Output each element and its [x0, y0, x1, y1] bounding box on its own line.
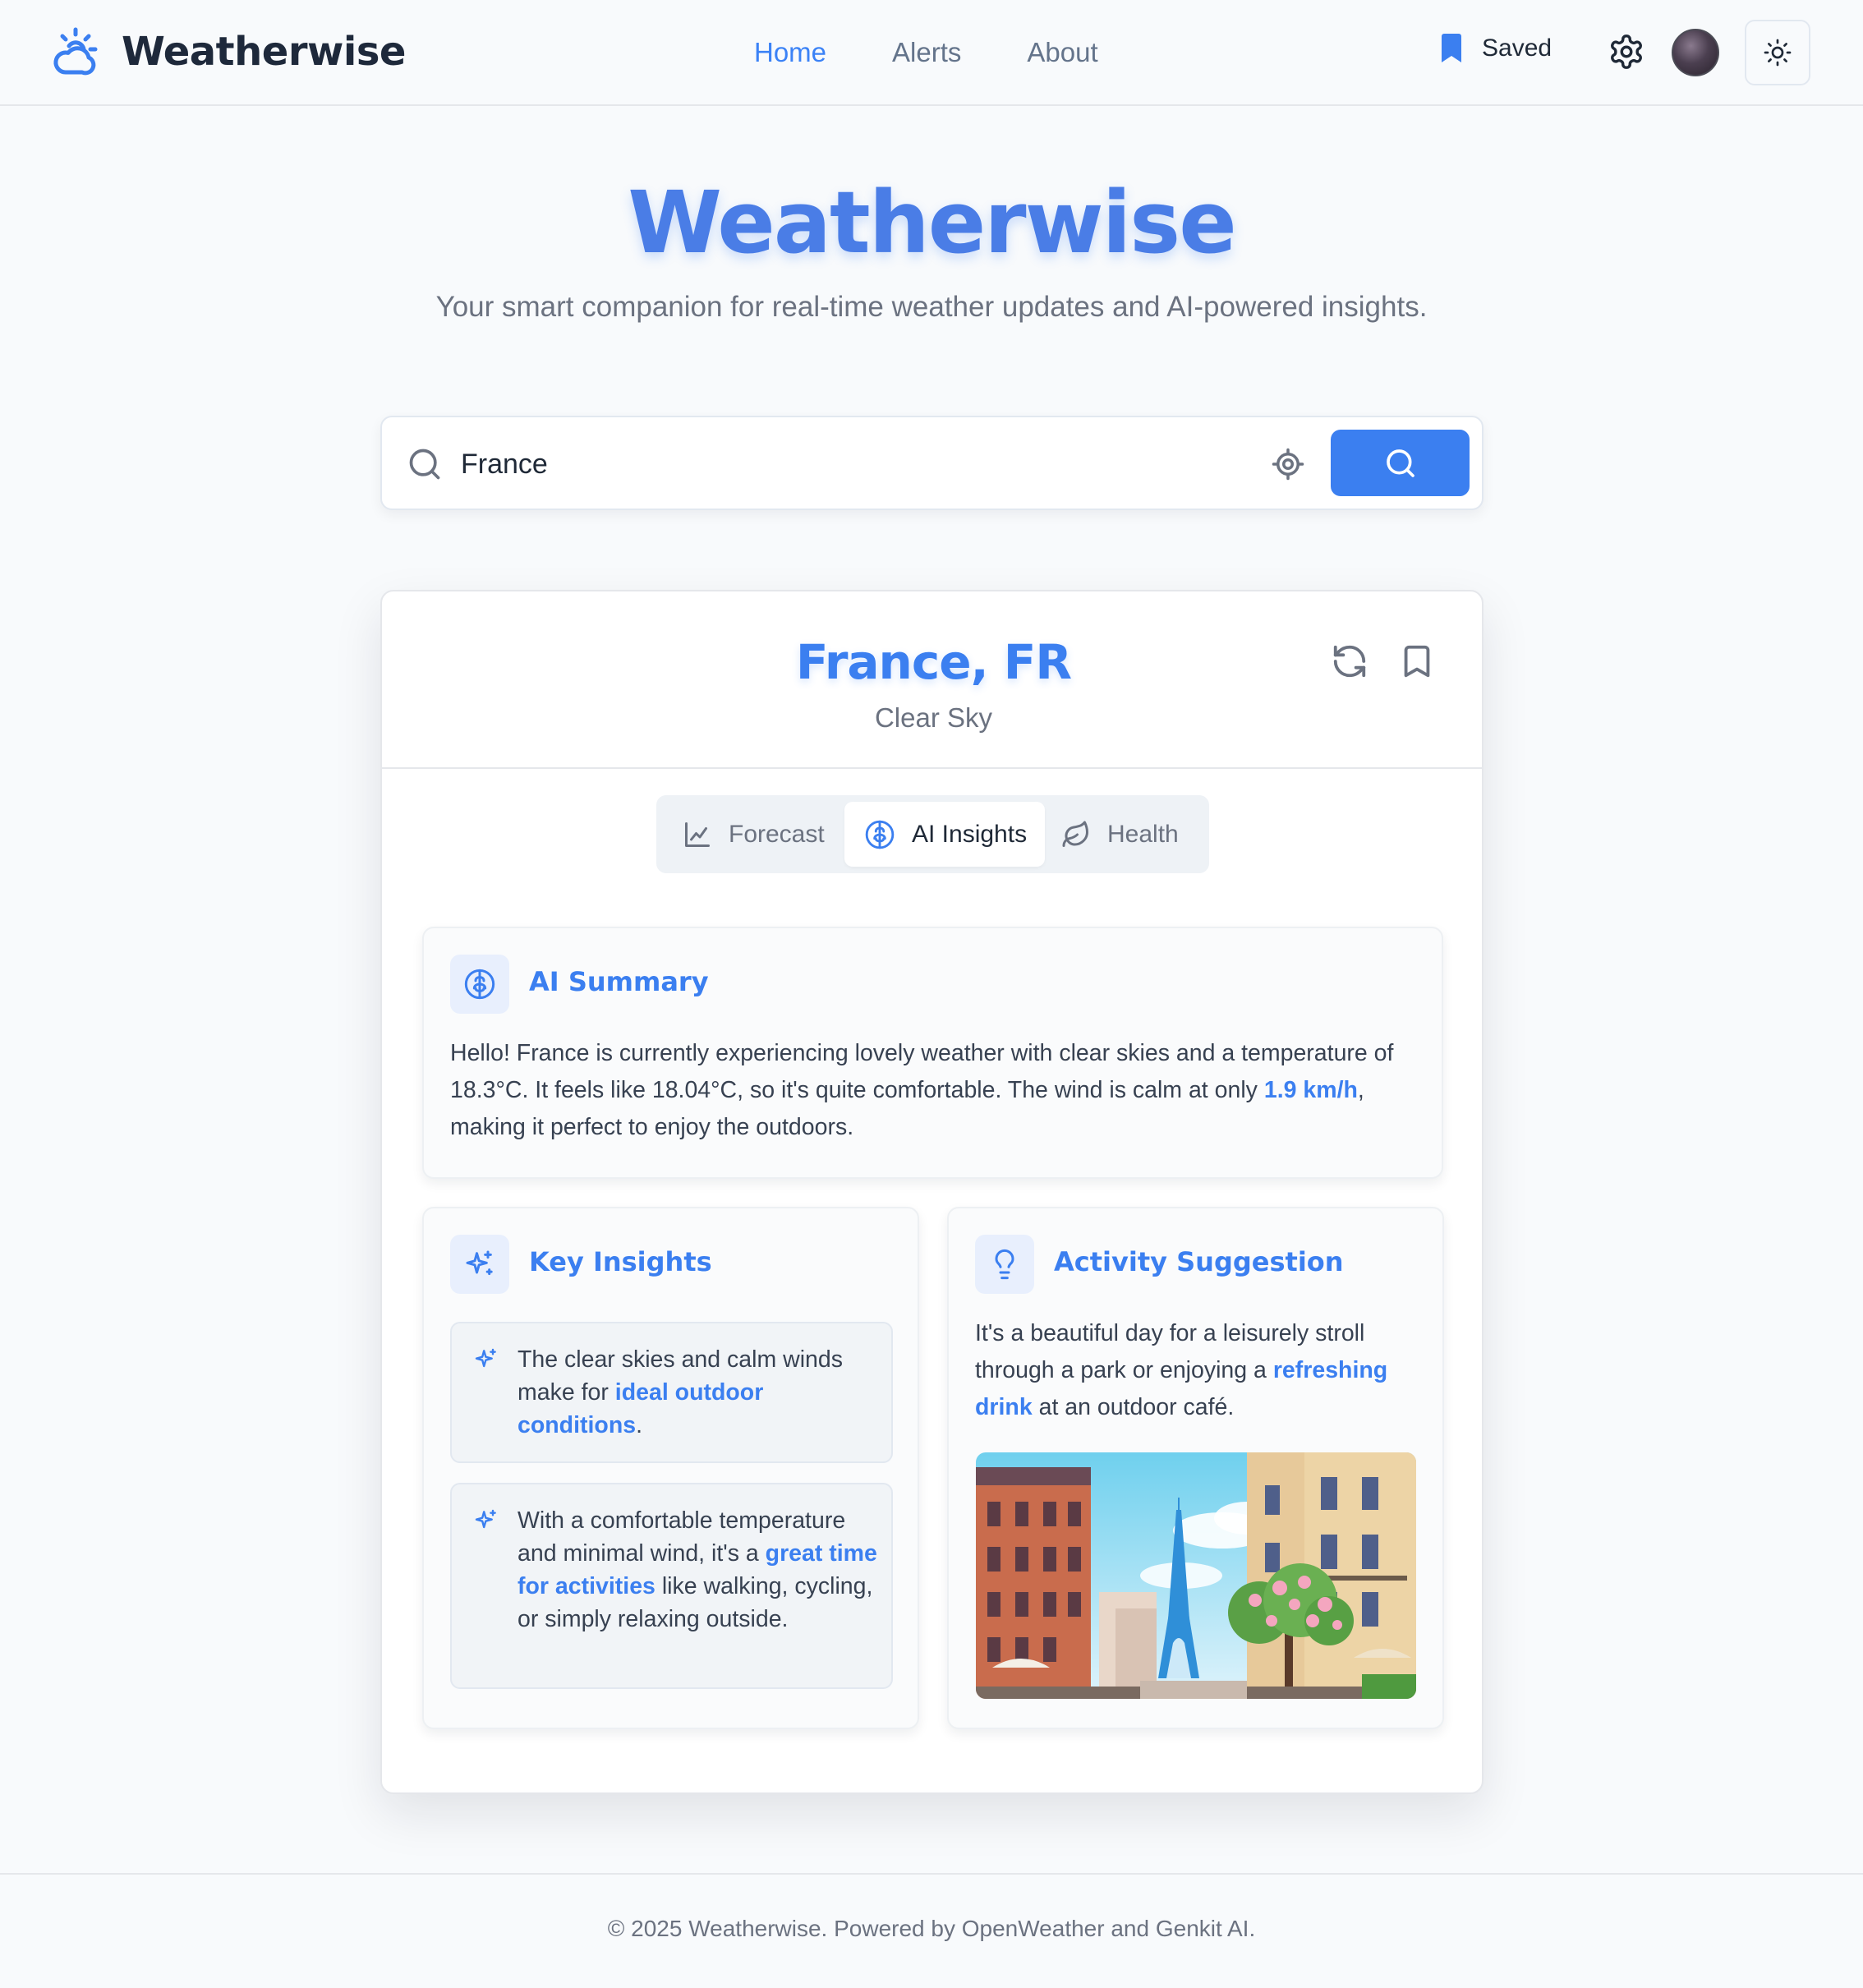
sparkles-icon — [475, 1509, 496, 1529]
saved-button[interactable]: Saved — [1439, 33, 1552, 64]
activity-text-part: at an outdoor café. — [1032, 1394, 1235, 1420]
activity-text: It's a beautiful day for a leisurely str… — [975, 1315, 1423, 1426]
brand-name: Weatherwise — [122, 29, 406, 75]
tab-label: Forecast — [729, 820, 825, 848]
top-navbar: Weatherwise Home Alerts About Saved — [0, 0, 1863, 106]
sparkles-icon — [450, 1235, 509, 1294]
saved-label: Saved — [1482, 35, 1552, 62]
paris-street-illustration — [976, 1452, 1416, 1699]
ai-summary-panel: AI Summary Hello! France is currently ex… — [422, 927, 1443, 1179]
brain-icon — [450, 955, 509, 1014]
search-bar: France — [380, 416, 1484, 510]
footer: © 2025 Weatherwise. Powered by OpenWeath… — [0, 1873, 1863, 1988]
chart-icon — [685, 821, 710, 847]
nav-about[interactable]: About — [1027, 33, 1097, 72]
hero-title: Weatherwise — [628, 173, 1236, 273]
hero-subtitle: Your smart companion for real-time weath… — [435, 291, 1428, 323]
search-icon — [409, 449, 440, 480]
footer-text: © 2025 Weatherwise. Powered by OpenWeath… — [607, 1916, 1256, 1941]
tab-label: AI Insights — [912, 820, 1028, 848]
insight-item: The clear skies and calm winds make for … — [450, 1322, 893, 1463]
activity-suggestion-panel: Activity Suggestion It's a beautiful day… — [947, 1207, 1444, 1729]
insight-text: With a comfortable temperature and minim… — [518, 1504, 879, 1636]
bookmark-filled-icon — [1442, 34, 1461, 62]
user-avatar[interactable] — [1672, 29, 1719, 76]
tab-ai-insights[interactable]: AI Insights — [844, 802, 1045, 867]
activity-title: Activity Suggestion — [1054, 1246, 1344, 1277]
nav-alerts[interactable]: Alerts — [892, 33, 961, 72]
sparkles-icon — [475, 1348, 496, 1368]
leaf-icon — [1062, 821, 1088, 847]
key-insights-title: Key Insights — [529, 1246, 712, 1277]
refresh-icon[interactable] — [1331, 642, 1368, 680]
nav-home[interactable]: Home — [754, 33, 826, 72]
weather-card: France, FR Clear Sky Forecast AI Insight… — [380, 590, 1484, 1794]
brain-icon — [865, 820, 895, 849]
main-nav: Home Alerts About — [754, 33, 1164, 72]
bookmark-icon[interactable] — [1398, 641, 1436, 682]
tab-forecast[interactable]: Forecast — [683, 802, 825, 867]
gear-icon[interactable] — [1608, 33, 1645, 71]
lightbulb-icon — [975, 1235, 1034, 1294]
search-icon — [1386, 449, 1414, 477]
ai-summary-title: AI Summary — [529, 966, 709, 997]
insight-item: With a comfortable temperature and minim… — [450, 1483, 893, 1689]
tab-health[interactable]: Health — [1061, 802, 1179, 867]
ai-summary-text: Hello! France is currently experiencing … — [450, 1035, 1419, 1146]
tab-list: Forecast AI Insights Health — [656, 795, 1209, 873]
location-title: France, FR — [795, 634, 1072, 690]
search-input[interactable]: France — [461, 444, 548, 485]
weather-condition: Clear Sky — [874, 702, 993, 733]
tab-label: Health — [1107, 820, 1179, 848]
key-insights-panel: Key Insights The clear skies and calm wi… — [422, 1207, 919, 1729]
sun-icon — [1764, 39, 1792, 67]
search-button[interactable] — [1331, 430, 1470, 496]
insight-text-part: . — [636, 1412, 642, 1438]
locate-icon[interactable] — [1271, 447, 1305, 481]
summary-text-part: Hello! France is currently experiencing … — [450, 1040, 1394, 1103]
divider — [382, 767, 1482, 769]
insight-text: The clear skies and calm winds make for … — [518, 1343, 879, 1442]
theme-toggle-button[interactable] — [1745, 20, 1810, 85]
summary-highlight: 1.9 km/h — [1263, 1077, 1358, 1103]
brand-logo-link[interactable]: Weatherwise — [51, 25, 406, 79]
cloud-sun-icon — [53, 27, 98, 76]
